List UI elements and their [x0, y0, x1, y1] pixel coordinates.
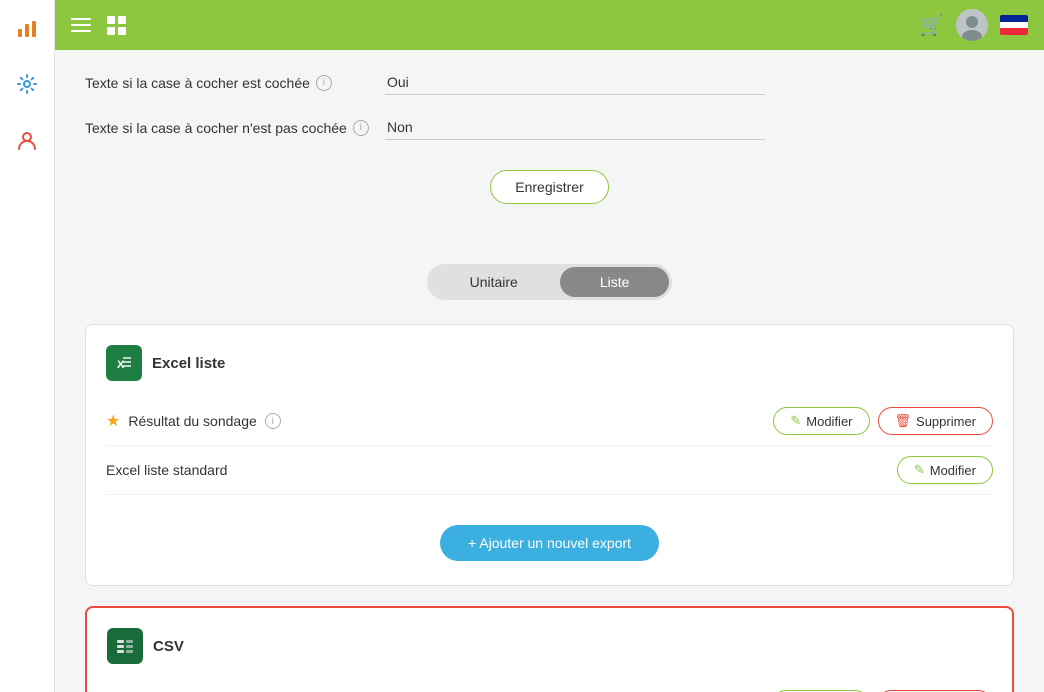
- trash-icon: 🗑: [895, 413, 912, 429]
- form-row-checked: Texte si la case à cocher est cochée i: [85, 70, 1014, 95]
- excel-standard-modifier-button[interactable]: ✎ Modifier: [897, 456, 993, 484]
- user-avatar[interactable]: [956, 9, 988, 41]
- input-unchecked-value[interactable]: [385, 115, 765, 140]
- header-right: 🛒: [919, 9, 1028, 41]
- csv-card: CSV ★ Mon modèle par défaut i ✎ Modifier…: [85, 606, 1014, 692]
- form-label-checked: Texte si la case à cocher est cochée i: [85, 75, 385, 91]
- excel-card: X Excel liste ★ Résultat du sondage i: [85, 324, 1014, 586]
- header: 🛒: [55, 0, 1044, 50]
- excel-row-standard-right: ✎ Modifier: [897, 456, 993, 484]
- view-toggle: Unitaire Liste: [85, 264, 1014, 300]
- edit-icon: ✎: [790, 413, 801, 429]
- toggle-group: Unitaire Liste: [427, 264, 673, 300]
- toggle-liste[interactable]: Liste: [560, 267, 670, 297]
- form-row-unchecked: Texte si la case à cocher n'est pas coch…: [85, 115, 1014, 140]
- hamburger-menu-icon[interactable]: [71, 18, 91, 32]
- sidebar-item-chart[interactable]: [7, 8, 47, 48]
- save-button[interactable]: Enregistrer: [490, 170, 608, 204]
- header-left: [71, 16, 126, 35]
- excel-row-standard: Excel liste standard ✎ Modifier: [106, 446, 993, 495]
- excel-row-sondage-name: Résultat du sondage: [128, 413, 256, 429]
- excel-sondage-modifier-button[interactable]: ✎ Modifier: [773, 407, 869, 435]
- excel-card-header: X Excel liste: [106, 345, 993, 381]
- excel-row-sondage: ★ Résultat du sondage i ✎ Modifier 🗑 Sup…: [106, 397, 993, 446]
- input-checked-value[interactable]: [385, 70, 765, 95]
- excel-add-export-wrapper: + Ajouter un nouvel export: [106, 509, 993, 565]
- excel-add-export-button[interactable]: + Ajouter un nouvel export: [440, 525, 659, 561]
- info-icon-unchecked[interactable]: i: [353, 120, 369, 136]
- csv-card-title: CSV: [153, 638, 184, 655]
- excel-row-standard-left: Excel liste standard: [106, 462, 227, 478]
- sidebar-item-user[interactable]: [7, 120, 47, 160]
- csv-card-header: CSV: [107, 628, 992, 664]
- excel-row-standard-name: Excel liste standard: [106, 462, 227, 478]
- info-icon-checked[interactable]: i: [316, 75, 332, 91]
- excel-row-sondage-left: ★ Résultat du sondage i: [106, 411, 281, 431]
- star-icon-sondage: ★: [106, 411, 120, 431]
- sidebar-item-settings[interactable]: [7, 64, 47, 104]
- csv-row-modele: ★ Mon modèle par défaut i ✎ Modifier 🗑 S…: [107, 680, 992, 692]
- excel-row-sondage-right: ✎ Modifier 🗑 Supprimer: [773, 407, 993, 435]
- excel-sondage-supprimer-button[interactable]: 🗑 Supprimer: [878, 407, 993, 435]
- excel-card-title: Excel liste: [152, 355, 225, 372]
- language-flag[interactable]: [1000, 15, 1028, 35]
- excel-icon: X: [106, 345, 142, 381]
- edit-icon-standard: ✎: [914, 462, 925, 478]
- form-label-unchecked: Texte si la case à cocher n'est pas coch…: [85, 120, 385, 136]
- app-container: 🛒 Texte si la case à cocher est cochée: [55, 0, 1044, 692]
- main-content: Texte si la case à cocher est cochée i T…: [55, 50, 1044, 692]
- csv-icon: [107, 628, 143, 664]
- toggle-unitaire[interactable]: Unitaire: [430, 267, 558, 297]
- apps-grid-icon[interactable]: [107, 16, 126, 35]
- sidebar: [0, 0, 55, 692]
- cart-icon[interactable]: 🛒: [919, 13, 944, 38]
- info-icon-sondage[interactable]: i: [265, 413, 281, 429]
